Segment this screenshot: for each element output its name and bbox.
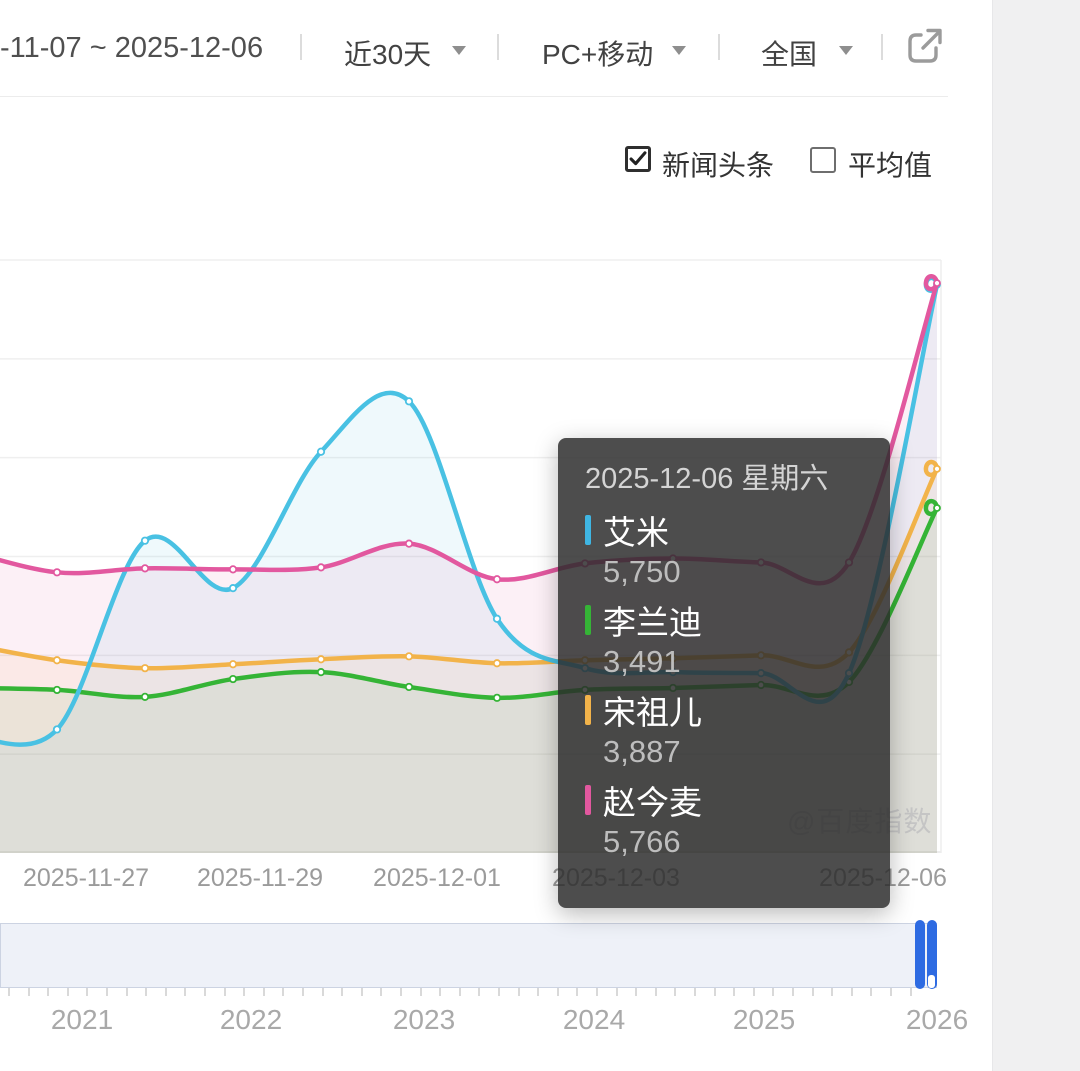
header-separator — [300, 34, 302, 60]
series-color-chip — [585, 695, 591, 725]
timeline-tick — [615, 988, 618, 996]
timeline-tick — [537, 988, 540, 996]
timeline-tick — [596, 988, 598, 996]
timeline-tick — [870, 988, 873, 996]
timeline-tick — [321, 988, 324, 996]
tooltip-item: 赵今麦 5,766 — [585, 780, 866, 864]
timeline-tick — [733, 988, 736, 996]
export-icon[interactable] — [906, 26, 946, 66]
header-separator — [881, 34, 883, 60]
chevron-down-icon — [452, 46, 466, 55]
news-headlines-checkbox[interactable] — [625, 146, 651, 172]
timeline-tick — [694, 988, 696, 996]
timeline-tick — [164, 988, 167, 996]
chevron-down-icon — [672, 46, 686, 55]
filter-region[interactable]: 全国 — [761, 33, 817, 73]
average-label: 平均值 — [848, 150, 933, 181]
timeline-tick — [27, 988, 30, 996]
timeline-tick — [890, 988, 892, 996]
timeline-tick — [635, 988, 638, 996]
series-name: 李兰迪 — [603, 604, 702, 641]
timeline-tick — [223, 988, 226, 996]
tooltip-item: 宋祖儿 3,887 — [585, 690, 866, 774]
timeline-tick — [498, 988, 500, 996]
timeline-tick — [380, 988, 383, 996]
series-name: 赵今麦 — [603, 784, 702, 821]
timeline-tick — [792, 988, 794, 996]
baidu-index-page: -11-07 ~ 2025-12-06 近30天 PC+移动 全国 新闻头条 平… — [0, 0, 1080, 1071]
timeline-tick — [458, 988, 461, 996]
slider-handle-notch — [928, 975, 935, 988]
timeline-tick — [419, 988, 422, 996]
news-headlines-label: 新闻头条 — [662, 150, 775, 181]
timeline-tick — [752, 988, 755, 996]
timeline-tick — [713, 988, 716, 996]
series-value: 5,750 — [603, 554, 681, 589]
timeline-tick — [909, 988, 912, 996]
timeline-tick — [517, 988, 520, 996]
timeline-tick — [125, 988, 128, 996]
tooltip-date: 2025-12-06 星期六 — [585, 463, 829, 495]
timeline-tick — [86, 988, 89, 996]
checkmark-icon — [629, 151, 647, 166]
year-label: 2025 — [732, 1004, 796, 1035]
timeline-tick — [556, 988, 559, 996]
x-axis-label: 2025-11-29 — [196, 864, 324, 892]
series-color-chip — [585, 515, 591, 545]
timeline-tick — [204, 988, 206, 996]
year-label: 2023 — [392, 1004, 456, 1035]
timeline-tick — [654, 988, 657, 996]
timeline-tick — [106, 988, 108, 996]
timeline-tick — [8, 988, 10, 996]
timeline-tick — [243, 988, 246, 996]
timeline-tick — [811, 988, 814, 996]
year-label: 2021 — [50, 1004, 114, 1035]
x-axis-label: 2025-12-01 — [373, 864, 501, 892]
timeline-tick — [478, 988, 481, 996]
timeline-tick — [341, 988, 344, 996]
series-color-chip — [585, 785, 591, 815]
timeline-tick — [184, 988, 187, 996]
year-label: 2022 — [219, 1004, 283, 1035]
year-label: 2026 — [905, 1004, 969, 1035]
series-name: 宋祖儿 — [603, 694, 702, 731]
timeline-tick — [850, 988, 853, 996]
series-value: 5,766 — [603, 824, 681, 859]
year-label: 2024 — [562, 1004, 626, 1035]
timeline-tick — [282, 988, 285, 996]
timeline-tick — [831, 988, 834, 996]
header-separator — [497, 34, 499, 60]
filter-device[interactable]: PC+移动 — [542, 33, 653, 73]
slider-handle-left[interactable] — [915, 920, 925, 989]
timeline-tick — [439, 988, 442, 996]
timeline-slider[interactable] — [0, 923, 937, 988]
timeline-tick — [145, 988, 148, 996]
right-gray-panel — [992, 0, 1080, 1071]
filter-time-range[interactable]: 近30天 — [344, 33, 431, 73]
chevron-down-icon — [839, 46, 853, 55]
x-axis-label: 2025-11-27 — [22, 864, 150, 892]
timeline-tick — [772, 988, 775, 996]
average-checkbox[interactable] — [810, 147, 836, 173]
series-name: 艾米 — [603, 514, 669, 551]
timeline-tick — [400, 988, 402, 996]
timeline-tick — [302, 988, 304, 996]
series-value: 3,491 — [603, 644, 681, 679]
timeline-tick — [360, 988, 363, 996]
tooltip-item: 艾米 5,750 — [585, 510, 866, 594]
chart-tooltip: 2025-12-06 星期六 艾米 5,750 李兰迪 3,491 宋祖儿 3,… — [558, 438, 890, 908]
series-value: 3,887 — [603, 734, 681, 769]
header-divider — [0, 96, 948, 97]
timeline-tick — [576, 988, 579, 996]
series-color-chip — [585, 605, 591, 635]
timeline-tick — [674, 988, 677, 996]
timeline-tick — [47, 988, 50, 996]
date-range-text: -11-07 ~ 2025-12-06 — [0, 32, 264, 64]
timeline-tick — [262, 988, 265, 996]
timeline-tick — [66, 988, 69, 996]
tooltip-item: 李兰迪 3,491 — [585, 600, 866, 684]
header-separator — [718, 34, 720, 60]
